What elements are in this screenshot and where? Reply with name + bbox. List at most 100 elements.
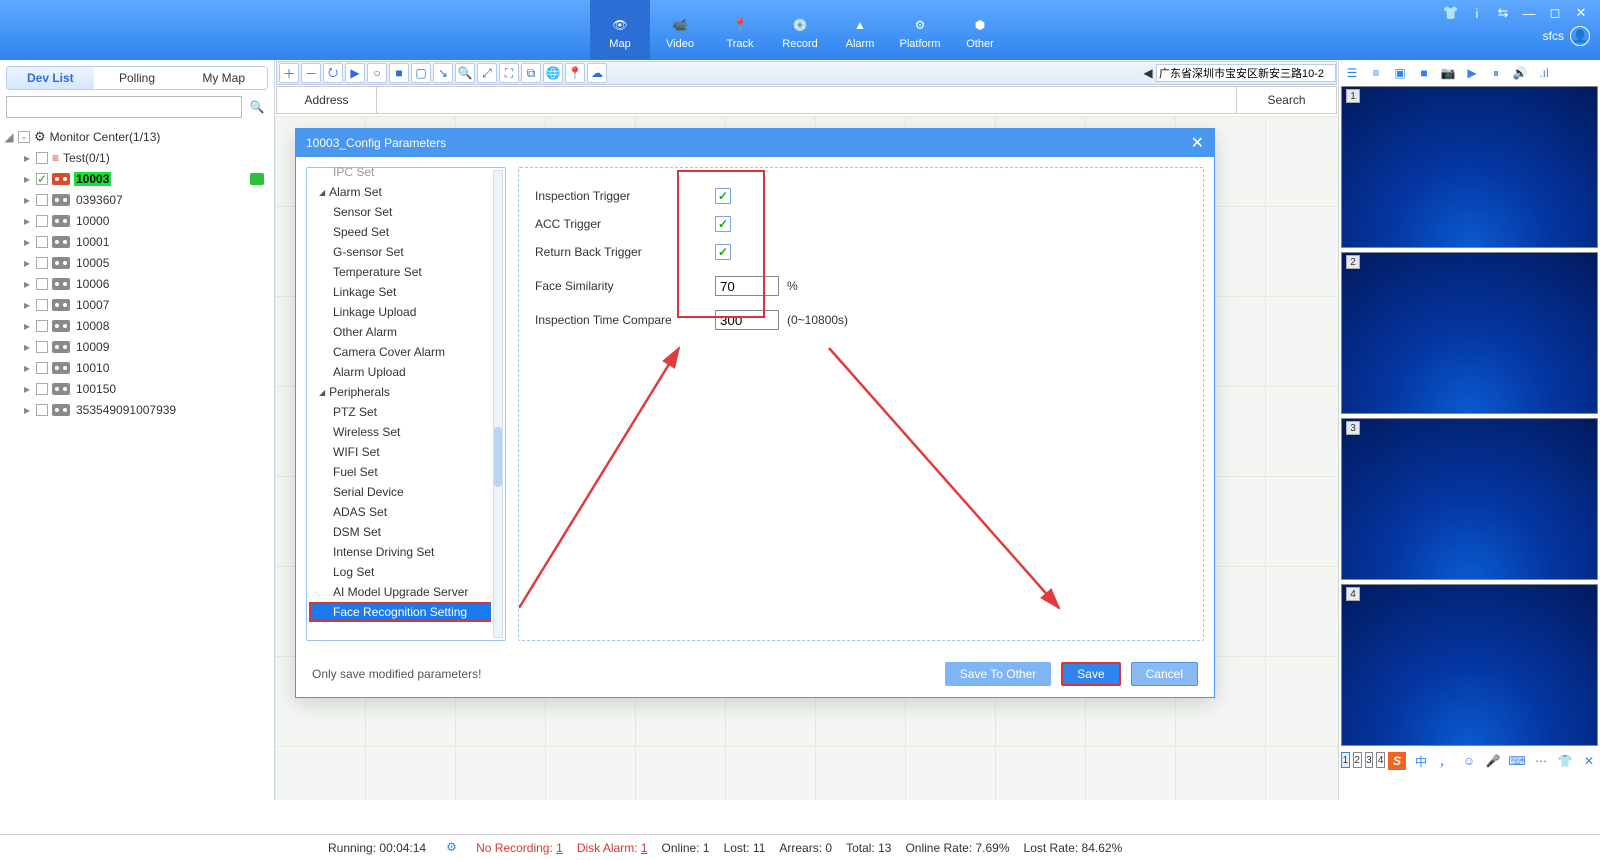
nav-item-linkage-upload[interactable]: Linkage Upload [309, 302, 491, 322]
ime-btn-7[interactable]: ✕ [1580, 752, 1598, 770]
dialog-nav-scrollbar[interactable] [493, 170, 503, 638]
cancel-button[interactable]: Cancel [1131, 662, 1198, 686]
nav-item-camera-cover-alarm[interactable]: Camera Cover Alarm [309, 342, 491, 362]
sidebar-tab-my-map[interactable]: My Map [180, 67, 267, 89]
save-button[interactable]: Save [1061, 662, 1120, 686]
close-icon[interactable]: ✕ [1572, 4, 1590, 22]
info-icon[interactable]: i [1468, 4, 1486, 22]
top-tab-video[interactable]: 📹Video [650, 0, 710, 60]
nav-item-serial-device[interactable]: Serial Device [309, 482, 491, 502]
map-tool-button-0[interactable]: ＋ [279, 63, 299, 83]
video-tool-icon-7[interactable]: 🔊 [1511, 64, 1529, 82]
ime-btn-0[interactable]: 中 [1412, 752, 1430, 770]
tree-node[interactable]: ▸0393607 [4, 189, 270, 210]
video-tile-1[interactable]: 1 [1341, 86, 1598, 248]
ime-btn-5[interactable]: ⋯ [1532, 752, 1550, 770]
video-tool-icon-5[interactable]: ▶ [1463, 64, 1481, 82]
top-tab-alarm[interactable]: ▲Alarm [830, 0, 890, 60]
device-search-input[interactable] [6, 96, 242, 118]
tree-node[interactable]: ▸10008 [4, 315, 270, 336]
search-icon[interactable]: 🔍 [246, 96, 268, 118]
nav-item-speed-set[interactable]: Speed Set [309, 222, 491, 242]
map-tool-button-10[interactable]: ⛶ [499, 63, 519, 83]
sogou-icon[interactable]: S [1388, 752, 1406, 770]
map-tool-button-13[interactable]: 📍 [565, 63, 585, 83]
tree-node[interactable]: ▸10006 [4, 273, 270, 294]
tree-node[interactable]: ▸10001 [4, 231, 270, 252]
tile-select-4[interactable]: 4 [1376, 752, 1385, 768]
tree-node[interactable]: ▸≡Test(0/1) [4, 147, 270, 168]
minimize-icon[interactable]: — [1520, 4, 1538, 22]
video-tile-2[interactable]: 2 [1341, 252, 1598, 414]
map-tool-button-9[interactable]: ⤢ [477, 63, 497, 83]
nav-item-dsm-set[interactable]: DSM Set [309, 522, 491, 542]
sidebar-tab-polling[interactable]: Polling [94, 67, 181, 89]
nav-item-alarm-upload[interactable]: Alarm Upload [309, 362, 491, 382]
tree-node[interactable]: ▸100150 [4, 378, 270, 399]
top-tab-other[interactable]: ⬢Other [950, 0, 1010, 60]
nav-item-g-sensor-set[interactable]: G-sensor Set [309, 242, 491, 262]
dialog-close-icon[interactable]: ✕ [1191, 133, 1204, 153]
top-tab-platform[interactable]: ⚙Platform [890, 0, 950, 60]
nav-item-wireless-set[interactable]: Wireless Set [309, 422, 491, 442]
nav-item-linkage-set[interactable]: Linkage Set [309, 282, 491, 302]
map-tool-button-3[interactable]: ▶ [345, 63, 365, 83]
map-tool-button-1[interactable]: － [301, 63, 321, 83]
ime-btn-6[interactable]: 👕 [1556, 752, 1574, 770]
nav-item-alarm-set[interactable]: Alarm Set [309, 182, 491, 202]
save-to-other-button[interactable]: Save To Other [945, 662, 1052, 686]
addr-prev-icon[interactable]: ◀ [1140, 66, 1156, 80]
maximize-icon[interactable]: ◻ [1546, 4, 1564, 22]
nav-item-face-recognition-setting[interactable]: Face Recognition Setting [309, 602, 491, 622]
video-tool-icon-6[interactable]: ⏸ [1487, 64, 1505, 82]
tile-select-2[interactable]: 2 [1353, 752, 1362, 768]
video-tile-4[interactable]: 4 [1341, 584, 1598, 746]
nav-item-adas-set[interactable]: ADAS Set [309, 502, 491, 522]
nav-item-peripherals[interactable]: Peripherals [309, 382, 491, 402]
nav-item-ptz-set[interactable]: PTZ Set [309, 402, 491, 422]
video-tool-icon-1[interactable]: ≡ [1367, 64, 1385, 82]
map-tool-button-11[interactable]: ⧉ [521, 63, 541, 83]
video-tool-icon-2[interactable]: ▣ [1391, 64, 1409, 82]
settings-gear-icon[interactable]: ⚙ [446, 840, 462, 856]
video-tile-3[interactable]: 3 [1341, 418, 1598, 580]
nav-item-log-set[interactable]: Log Set [309, 562, 491, 582]
map-tool-button-8[interactable]: 🔍 [455, 63, 475, 83]
map-tool-button-7[interactable]: ↘ [433, 63, 453, 83]
tshirt-icon[interactable]: 👕 [1442, 4, 1460, 22]
top-tab-record[interactable]: 💿Record [770, 0, 830, 60]
ime-btn-1[interactable]: ， [1436, 752, 1454, 770]
sidebar-tab-dev-list[interactable]: Dev List [7, 67, 94, 89]
device-tree[interactable]: ◢-⚙Monitor Center(1/13)▸≡Test(0/1)▸✓1000… [0, 124, 274, 422]
nav-item-ai-model-upgrade-server[interactable]: AI Model Upgrade Server [309, 582, 491, 602]
video-tool-icon-8[interactable]: .ıl [1535, 64, 1553, 82]
video-tool-icon-4[interactable]: 📷 [1439, 64, 1457, 82]
nav-item-ipc-set[interactable]: IPC Set [309, 162, 491, 182]
nav-item-wifi-set[interactable]: WIFI Set [309, 442, 491, 462]
map-tool-button-6[interactable]: ▢ [411, 63, 431, 83]
tree-node[interactable]: ▸10000 [4, 210, 270, 231]
video-tool-icon-0[interactable]: ☰ [1343, 64, 1361, 82]
tree-node[interactable]: ◢-⚙Monitor Center(1/13) [4, 126, 270, 147]
nav-item-temperature-set[interactable]: Temperature Set [309, 262, 491, 282]
map-tool-button-2[interactable]: ⭮ [323, 63, 343, 83]
tree-node[interactable]: ▸10010 [4, 357, 270, 378]
ime-btn-2[interactable]: ☺ [1460, 752, 1478, 770]
map-tool-button-5[interactable]: ■ [389, 63, 409, 83]
ime-btn-3[interactable]: 🎤 [1484, 752, 1502, 770]
address-search-button[interactable]: Search [1236, 87, 1336, 113]
map-tool-button-4[interactable]: ○ [367, 63, 387, 83]
tile-select-3[interactable]: 3 [1365, 752, 1374, 768]
tree-node[interactable]: ▸10005 [4, 252, 270, 273]
tree-node[interactable]: ▸353549091007939 [4, 399, 270, 420]
tree-node[interactable]: ▸✓10003 [4, 168, 270, 189]
tree-node[interactable]: ▸10007 [4, 294, 270, 315]
nav-item-intense-driving-set[interactable]: Intense Driving Set [309, 542, 491, 562]
top-tab-map[interactable]: 👁Map [590, 0, 650, 60]
top-tab-track[interactable]: 📍Track [710, 0, 770, 60]
map-tool-button-12[interactable]: 🌐 [543, 63, 563, 83]
map-tool-button-14[interactable]: ☁ [587, 63, 607, 83]
nav-item-fuel-set[interactable]: Fuel Set [309, 462, 491, 482]
tile-select-1[interactable]: 1 [1341, 752, 1350, 768]
nav-item-other-alarm[interactable]: Other Alarm [309, 322, 491, 342]
